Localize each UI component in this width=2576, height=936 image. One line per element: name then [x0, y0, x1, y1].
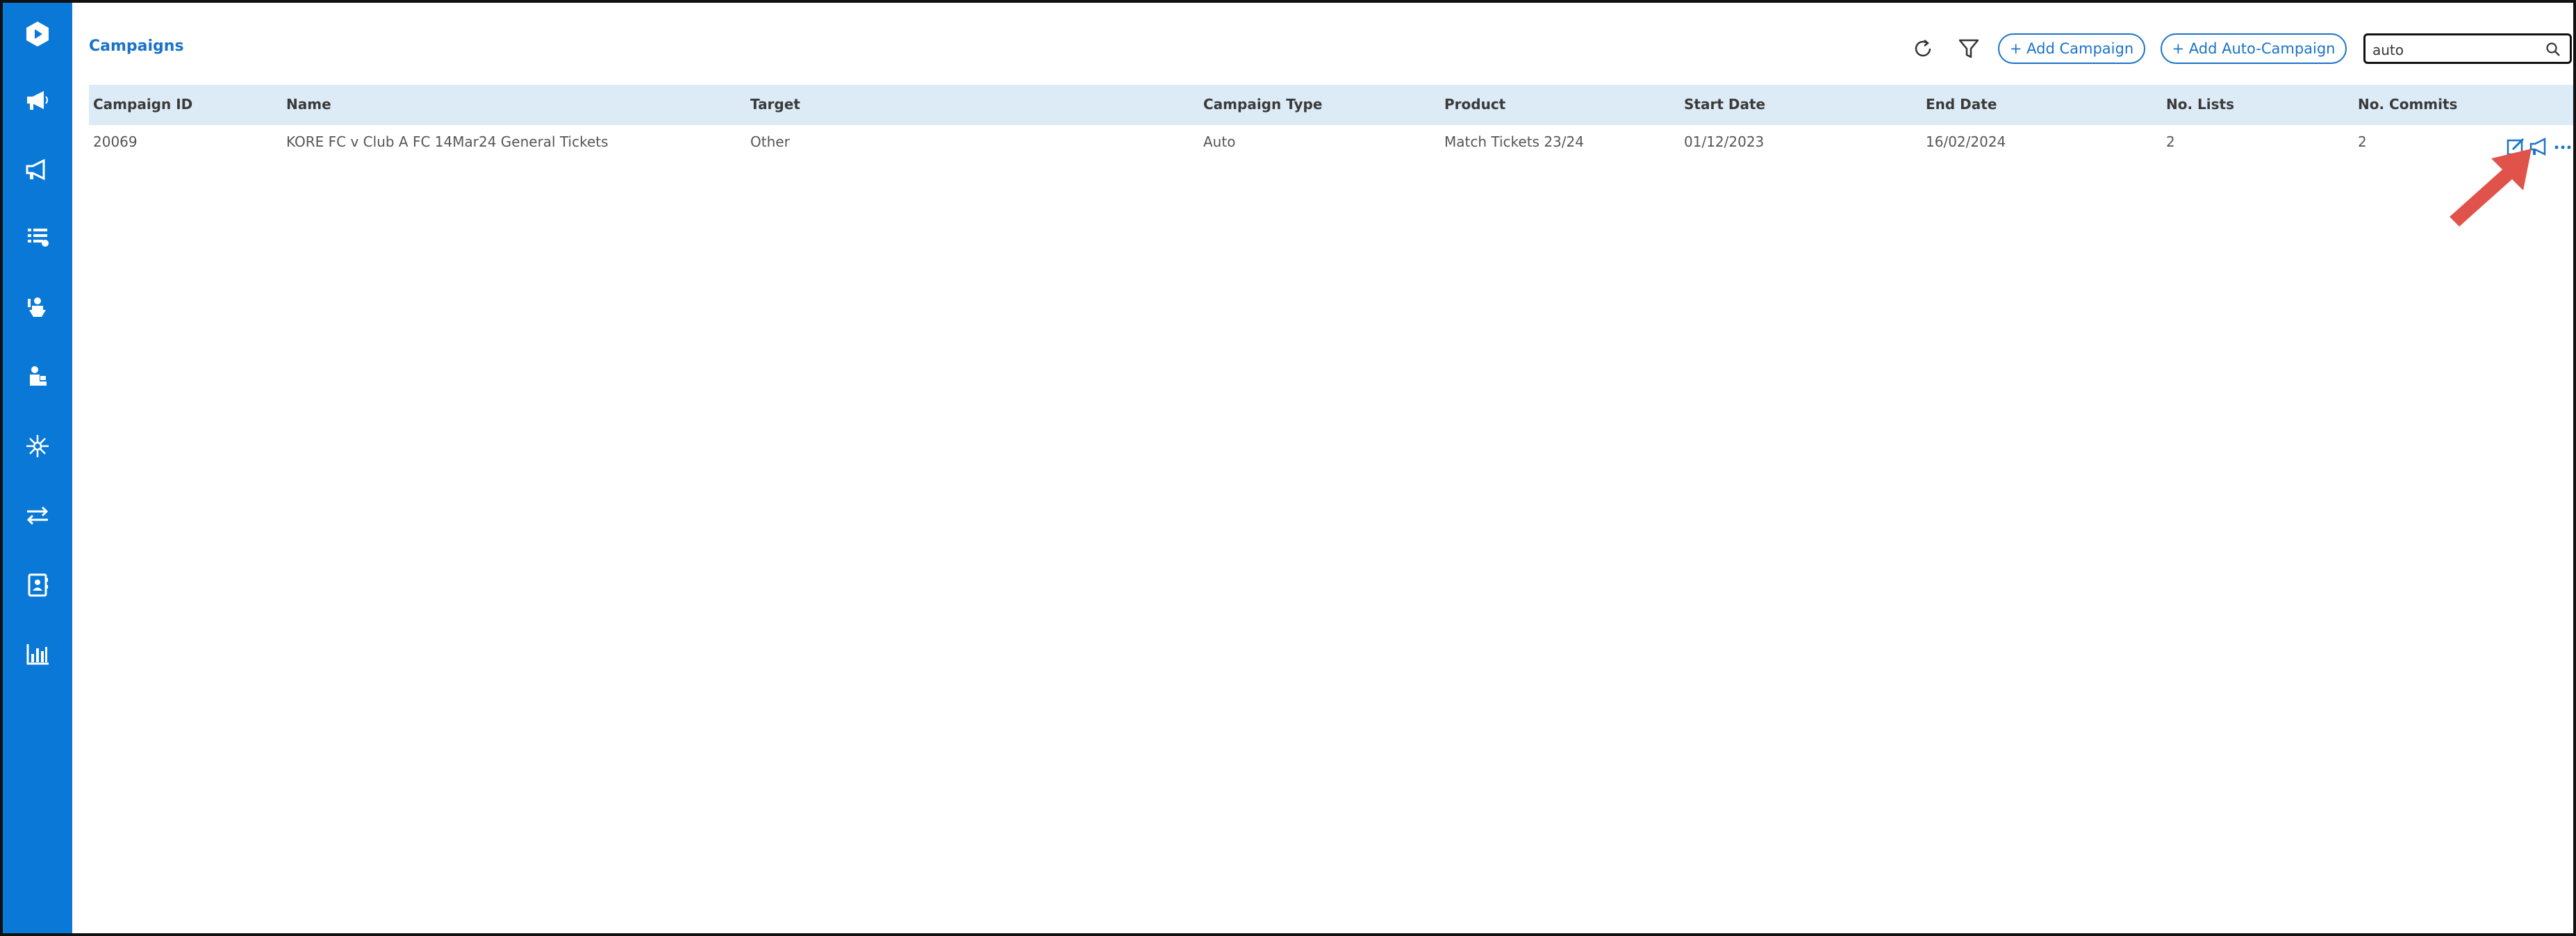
- sidebar: [3, 3, 72, 933]
- column-header-target[interactable]: Target: [750, 96, 800, 113]
- cell-campaign-id: 20069: [93, 133, 138, 150]
- filter-button[interactable]: [1954, 33, 1984, 64]
- cell-end-date: 16/02/2024: [1926, 133, 2006, 150]
- sidebar-item-transfers[interactable]: [3, 491, 72, 540]
- person-hand-icon: [28, 297, 46, 317]
- sidebar-item-network[interactable]: [3, 422, 72, 470]
- sidebar-item-campaigns[interactable]: [3, 76, 72, 124]
- search-input[interactable]: [2371, 38, 2534, 62]
- column-header-commits[interactable]: No. Commits: [2358, 96, 2457, 113]
- megaphone-icon: [27, 91, 48, 110]
- column-header-campaign-id[interactable]: Campaign ID: [93, 96, 192, 113]
- column-header-name[interactable]: Name: [286, 96, 331, 113]
- logo-icon[interactable]: [3, 10, 72, 58]
- contact-book-icon: [28, 573, 48, 597]
- column-header-lists[interactable]: No. Lists: [2166, 96, 2234, 113]
- more-options-icon[interactable]: [2552, 136, 2573, 157]
- sidebar-item-lists[interactable]: [3, 213, 72, 261]
- sidebar-item-contacts[interactable]: [3, 561, 72, 609]
- transfer-icon: [26, 506, 49, 525]
- search-box: [2363, 33, 2572, 64]
- megaphone-outline-icon: [26, 158, 45, 181]
- sidebar-item-agents[interactable]: [3, 352, 72, 400]
- annotation-arrow-icon: [2450, 149, 2532, 227]
- sidebar-item-reports[interactable]: [3, 630, 72, 678]
- add-auto-campaign-button[interactable]: + Add Auto-Campaign: [2161, 33, 2347, 64]
- refresh-icon: [1915, 40, 1931, 57]
- search-icon[interactable]: [2545, 41, 2561, 58]
- cell-lists: 2: [2166, 133, 2175, 150]
- filter-icon: [1958, 39, 1979, 58]
- page-title: Campaigns: [89, 38, 184, 55]
- sidebar-item-auto-campaigns[interactable]: [3, 145, 72, 194]
- cell-campaign-type: Auto: [1203, 133, 1236, 150]
- app-window: Campaigns + Add Campaign + Add Auto-Camp…: [0, 0, 2576, 936]
- add-campaign-button[interactable]: + Add Campaign: [1998, 33, 2145, 64]
- cell-name: KORE FC v Club A FC 14Mar24 General Tick…: [286, 133, 609, 150]
- bar-chart-icon: [26, 644, 49, 665]
- column-header-product[interactable]: Product: [1444, 96, 1505, 113]
- network-icon: [26, 435, 49, 457]
- cell-target: Other: [750, 133, 790, 150]
- table-header: Campaign ID Name Target Campaign Type Pr…: [89, 85, 2573, 125]
- table-row[interactable]: 20069 KORE FC v Club A FC 14Mar24 Genera…: [89, 126, 2573, 160]
- refresh-button[interactable]: [1908, 33, 1938, 64]
- column-header-start-date[interactable]: Start Date: [1684, 96, 1765, 113]
- column-header-end-date[interactable]: End Date: [1926, 96, 1997, 113]
- list-icon: [28, 229, 49, 247]
- cell-commits: 2: [2358, 133, 2367, 150]
- sidebar-item-fans[interactable]: [3, 283, 72, 331]
- cell-start-date: 01/12/2023: [1684, 133, 1765, 150]
- person-desk-icon: [30, 366, 47, 386]
- column-header-campaign-type[interactable]: Campaign Type: [1203, 96, 1322, 113]
- cell-product: Match Tickets 23/24: [1444, 133, 1584, 150]
